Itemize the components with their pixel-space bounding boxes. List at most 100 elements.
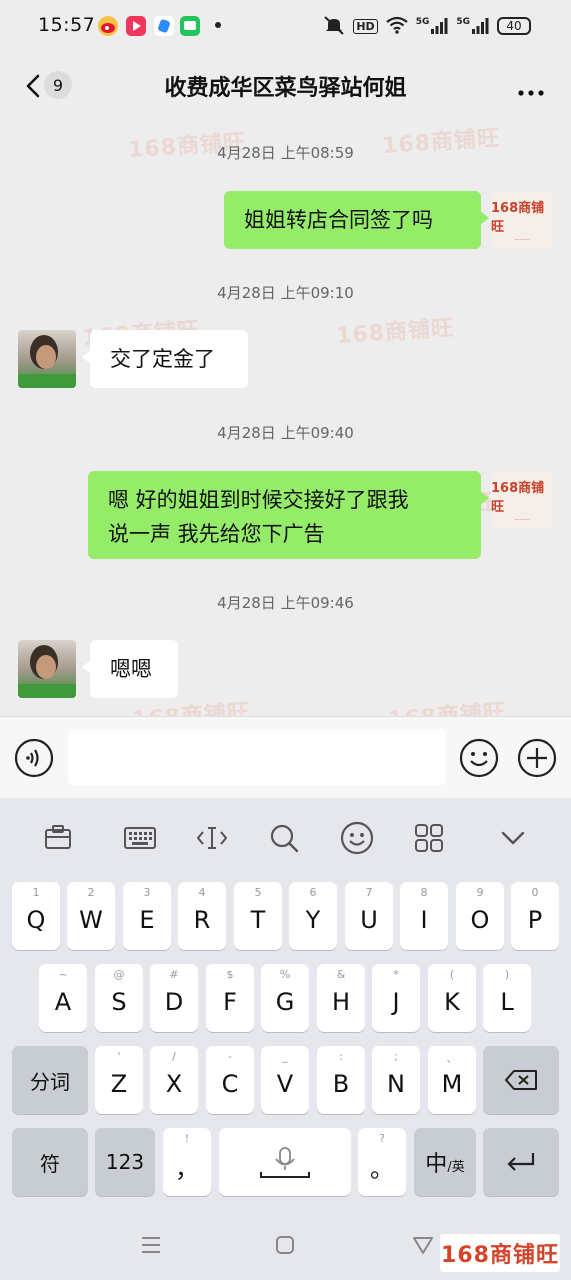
key-q[interactable]: 1Q bbox=[12, 882, 60, 950]
key-w[interactable]: 2W bbox=[67, 882, 115, 950]
key-hint: - bbox=[228, 1050, 232, 1063]
message-timestamp: 4月28日 上午09:40 bbox=[217, 424, 354, 442]
my-avatar[interactable]: 168商铺旺 ——— bbox=[491, 471, 553, 529]
key-s[interactable]: @ S bbox=[95, 964, 143, 1032]
message-bubble-received[interactable]: 嗯嗯 bbox=[82, 640, 178, 698]
space-key[interactable] bbox=[219, 1128, 351, 1196]
key-c[interactable]: -C bbox=[206, 1046, 254, 1114]
key-label: P bbox=[527, 906, 543, 934]
key-x[interactable]: / X bbox=[150, 1046, 198, 1114]
key-f[interactable]: $ F bbox=[206, 964, 254, 1032]
contact-avatar[interactable] bbox=[18, 330, 76, 388]
key-y[interactable]: 6Y bbox=[289, 882, 337, 950]
emoji-panel-icon[interactable] bbox=[339, 820, 375, 856]
key-g[interactable]: % G bbox=[261, 964, 309, 1032]
period-key[interactable]: ?。 bbox=[358, 1128, 406, 1196]
key-hint: @ bbox=[113, 968, 125, 981]
signal-2-icon: 5G bbox=[456, 17, 489, 35]
key-e[interactable]: 3E bbox=[123, 882, 171, 950]
key-label: T bbox=[250, 906, 266, 934]
more-functions-plus-icon[interactable] bbox=[517, 738, 557, 778]
comma-key[interactable]: !， bbox=[163, 1128, 211, 1196]
key-hint: 8 bbox=[420, 886, 428, 899]
my-avatar[interactable]: 168商铺旺 ——— bbox=[491, 191, 553, 249]
chat-header: 9 收费成华区菜鸟驿站何姐 bbox=[0, 52, 571, 118]
key-hint: ' bbox=[117, 1050, 121, 1063]
segment-key[interactable]: 分词 bbox=[12, 1046, 88, 1114]
key-r[interactable]: 4R bbox=[178, 882, 226, 950]
key-z[interactable]: ' Z bbox=[95, 1046, 143, 1114]
numbers-key-label: 123 bbox=[105, 1150, 145, 1174]
key-label: S bbox=[111, 988, 127, 1016]
weibo-icon bbox=[98, 16, 118, 36]
message-bubble-sent[interactable]: 嗯 好的姐姐到时候交接好了跟我 说一声 我先给您下广告 bbox=[88, 471, 489, 559]
apps-grid-icon[interactable] bbox=[411, 820, 447, 856]
key-k[interactable]: (K bbox=[428, 964, 476, 1032]
battery-level: 40 bbox=[506, 19, 522, 33]
symbols-key-label: 符 bbox=[40, 1151, 60, 1176]
more-options-icon[interactable] bbox=[517, 82, 545, 96]
key-n[interactable]: ; N bbox=[372, 1046, 420, 1114]
search-icon[interactable] bbox=[266, 820, 302, 856]
symbols-key[interactable]: 符 bbox=[12, 1128, 88, 1196]
key-label: C bbox=[221, 1070, 239, 1098]
key-t[interactable]: 5T bbox=[234, 882, 282, 950]
menu-icon[interactable] bbox=[138, 1232, 164, 1258]
voice-input-icon[interactable] bbox=[14, 738, 54, 778]
key-i[interactable]: 8I bbox=[400, 882, 448, 950]
key-m[interactable]: 、 M bbox=[428, 1046, 476, 1114]
message-bubble-sent[interactable]: 姐姐转店合同签了吗 bbox=[224, 191, 489, 249]
language-sub-label: /英 bbox=[447, 1159, 465, 1175]
key-h[interactable]: & H bbox=[317, 964, 365, 1032]
key-hint: / bbox=[172, 1050, 176, 1063]
blue-app-icon bbox=[154, 16, 174, 36]
backspace-key[interactable] bbox=[483, 1046, 559, 1114]
key-label: ， bbox=[175, 1154, 199, 1183]
keyboard-switch-icon[interactable] bbox=[122, 820, 158, 856]
message-bubble-received[interactable]: 交了定金了 bbox=[82, 330, 248, 388]
key-hint: 0 bbox=[531, 886, 539, 899]
key-hint: _ bbox=[282, 1050, 288, 1063]
avatar-brand-sub: ——— bbox=[514, 237, 530, 243]
language-switch-key[interactable]: 中/英 bbox=[414, 1128, 476, 1196]
watermark: 168商铺旺 bbox=[335, 315, 455, 350]
key-o[interactable]: 9O bbox=[456, 882, 504, 950]
key-b[interactable]: :B bbox=[317, 1046, 365, 1114]
key-label: B bbox=[332, 1070, 350, 1098]
key-label: Y bbox=[305, 906, 321, 934]
home-icon[interactable] bbox=[272, 1232, 298, 1258]
chevron-down-icon[interactable] bbox=[495, 820, 531, 856]
emoji-icon[interactable] bbox=[459, 738, 499, 778]
key-label: I bbox=[420, 906, 428, 934]
avatar-brand-sub: ——— bbox=[514, 517, 530, 523]
key-d[interactable]: # D bbox=[150, 964, 198, 1032]
cursor-edit-icon[interactable] bbox=[194, 820, 230, 856]
numbers-key[interactable]: 123 bbox=[95, 1128, 155, 1196]
sim1-label: 5G bbox=[415, 17, 430, 27]
key-a[interactable]: ~ A bbox=[39, 964, 87, 1032]
chat-messages[interactable]: 168商铺旺 168商铺旺 168商铺旺 168商铺旺 168商铺旺 168商铺… bbox=[0, 118, 571, 716]
key-v[interactable]: _ V bbox=[261, 1046, 309, 1114]
clipboard-icon[interactable] bbox=[40, 820, 76, 856]
avatar-brand-text: 168商铺旺 bbox=[491, 481, 545, 515]
key-label: R bbox=[193, 906, 211, 934]
key-p[interactable]: 0P bbox=[511, 882, 559, 950]
message-input-bar bbox=[0, 716, 571, 798]
key-u[interactable]: 7U bbox=[345, 882, 393, 950]
key-l[interactable]: ) L bbox=[483, 964, 531, 1032]
contact-avatar[interactable] bbox=[18, 640, 76, 698]
key-label: K bbox=[444, 988, 460, 1016]
key-label: N bbox=[387, 1070, 405, 1098]
keyboard: 1Q 2W 3E 4R 5T 6Y 7U 8I 9O 0P ~ A @ S # D $… bbox=[0, 798, 571, 1210]
battery-icon: 40 bbox=[497, 17, 531, 35]
key-j[interactable]: * J bbox=[372, 964, 420, 1032]
message-text-input[interactable] bbox=[68, 729, 446, 785]
key-hint: * bbox=[393, 968, 399, 981]
key-hint: % bbox=[279, 968, 291, 981]
key-label: E bbox=[139, 906, 155, 934]
key-hint: ( bbox=[449, 968, 455, 981]
back-triangle-icon[interactable] bbox=[410, 1232, 436, 1258]
key-hint: 6 bbox=[309, 886, 317, 899]
enter-key[interactable] bbox=[483, 1128, 559, 1196]
key-label: X bbox=[165, 1070, 183, 1098]
